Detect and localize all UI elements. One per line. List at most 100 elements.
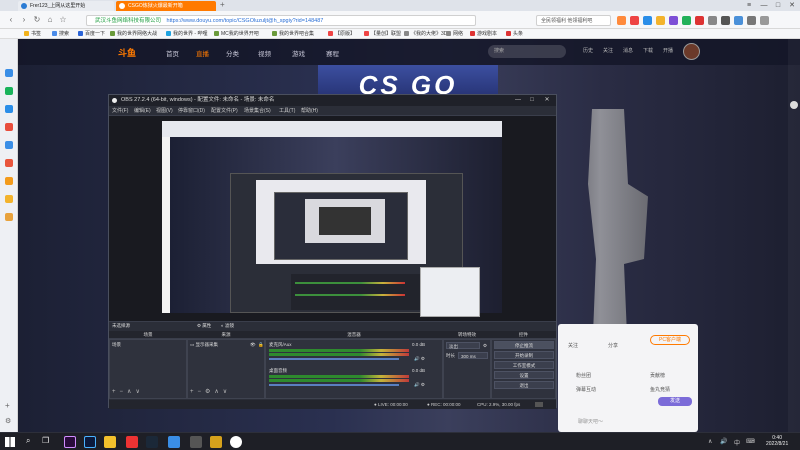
bookmark-item[interactable]: 书签 — [24, 30, 41, 38]
browser-search-input[interactable]: 全民领福利 他领福利吧 — [536, 15, 611, 26]
avatar[interactable] — [683, 43, 700, 60]
obs-close-button[interactable]: ✕ — [540, 95, 554, 106]
bookmark-item[interactable]: 网络 — [446, 30, 463, 38]
steam-icon[interactable] — [146, 436, 158, 448]
download-icon[interactable]: 下载 — [638, 47, 658, 54]
bookmark-item[interactable]: 《我的大佬》3D — [404, 30, 447, 38]
menu-tools[interactable]: 工具(T) — [279, 107, 295, 115]
panel-row[interactable]: 弹幕互动 — [576, 386, 596, 393]
tray-expand-icon[interactable]: ∧ — [708, 438, 712, 445]
keyboard-icon[interactable]: ⌨ — [746, 438, 755, 445]
bookmark-item[interactable]: 头条 — [506, 30, 523, 38]
sidebar-app-icon[interactable] — [5, 105, 13, 113]
stop-streaming-button[interactable]: 停止推流 — [494, 341, 554, 349]
follow-item[interactable]: 关注 — [568, 342, 578, 349]
browser-taskbar-icon[interactable] — [168, 436, 180, 448]
studio-mode-button[interactable]: 工作室模式 — [494, 361, 554, 369]
history-icon[interactable]: 历史 — [578, 47, 598, 54]
new-tab-button[interactable]: + — [220, 0, 225, 9]
url-input[interactable]: 武汉斗鱼网络科技有限公司 https://www.douyu.com/topic… — [86, 15, 476, 26]
bookmark-item[interactable]: 我的世界 - 哔哩 — [166, 30, 207, 38]
site-logo[interactable]: 斗鱼 — [118, 46, 136, 59]
sidebar-app-icon[interactable] — [5, 213, 13, 221]
task-view-icon[interactable]: ❐ — [42, 436, 49, 445]
transition-select[interactable]: 淡出 — [446, 342, 480, 349]
nav-video[interactable]: 视频 — [258, 48, 271, 58]
obs-taskbar-icon[interactable] — [230, 436, 242, 448]
browser-menu-button[interactable]: ≡ — [742, 0, 756, 11]
bookmark-item[interactable]: 游戏剧本 — [470, 30, 497, 38]
menu-profile[interactable]: 配置文件(P) — [211, 107, 238, 115]
netease-music-icon[interactable] — [126, 436, 138, 448]
app-taskbar-icon[interactable] — [190, 436, 202, 448]
broadcast-icon[interactable]: 开播 — [658, 47, 678, 54]
start-icon[interactable] — [5, 437, 15, 447]
nav-home[interactable]: 首页 — [166, 48, 179, 58]
sources-list[interactable]: ▭ 显示器采集 👁 🔒 +−⚙∧∨ — [187, 339, 265, 399]
panel-row[interactable]: 粉丝团 — [576, 372, 591, 379]
volume-icon[interactable]: 🔊 — [720, 438, 727, 445]
bookmark-item[interactable]: 百度一下 — [78, 30, 105, 38]
sidebar-app-icon[interactable] — [5, 123, 13, 131]
bookmark-item[interactable]: MC我的世界开吧 — [214, 30, 259, 38]
sidebar-app-icon[interactable] — [5, 141, 13, 149]
tool-icon[interactable] — [669, 16, 678, 25]
obs-preview[interactable] — [109, 116, 556, 324]
back-button[interactable]: ‹ — [6, 15, 16, 25]
message-icon[interactable]: 消息 — [618, 47, 638, 54]
nav-live[interactable]: 直播 — [196, 48, 209, 58]
close-button[interactable]: ✕ — [785, 0, 799, 11]
maximize-button[interactable]: □ — [771, 0, 785, 11]
scroll-up-icon[interactable] — [790, 101, 798, 109]
scenes-dock-buttons[interactable]: +−∧∨ — [112, 388, 144, 395]
pc-client-button[interactable]: PC客户端 — [650, 335, 690, 345]
share-item[interactable]: 分享 — [608, 342, 618, 349]
sidebar-settings-icon[interactable]: ⚙ — [5, 417, 11, 425]
download-icon[interactable] — [682, 16, 691, 25]
speaker-icon[interactable]: 🔊 ⚙ — [414, 381, 425, 388]
search-icon[interactable]: ⌕ — [26, 436, 30, 446]
nav-schedule[interactable]: 赛程 — [326, 48, 339, 58]
scenes-list[interactable]: 场景 +−∧∨ — [109, 339, 187, 399]
extension-icon[interactable] — [617, 16, 626, 25]
menu-help[interactable]: 帮助(H) — [301, 107, 318, 115]
settings-icon[interactable] — [721, 16, 730, 25]
sources-dock-buttons[interactable]: +−⚙∧∨ — [190, 388, 231, 395]
visibility-icon[interactable]: 👁 — [250, 341, 256, 348]
mail-icon[interactable] — [630, 16, 639, 25]
menu-scene-collection[interactable]: 场景集合(S) — [244, 107, 271, 115]
filters-button[interactable]: ◐ 滤镜 — [221, 322, 234, 329]
sidebar-app-icon[interactable] — [5, 195, 13, 203]
sidebar-app-icon[interactable] — [5, 177, 13, 185]
more-icon[interactable] — [760, 16, 769, 25]
game-icon[interactable] — [656, 16, 665, 25]
browser-tab[interactable]: Frer123_上网从这里开始 — [18, 1, 114, 11]
bookmark-item[interactable]: 搜索 — [52, 30, 69, 38]
panel-row[interactable]: 鱼丸竞猜 — [650, 386, 670, 393]
sidebar-app-icon[interactable] — [5, 159, 13, 167]
premiere-icon[interactable] — [64, 436, 76, 448]
favorite-button[interactable]: ☆ — [58, 15, 68, 25]
menu-edit[interactable]: 编辑(E) — [134, 107, 151, 115]
forward-button[interactable]: › — [19, 15, 29, 25]
menu-view[interactable]: 视图(V) — [156, 107, 173, 115]
obs-minimize-button[interactable]: — — [511, 95, 525, 106]
sidebar-add-icon[interactable]: + — [5, 401, 10, 410]
exit-button[interactable]: 退出 — [494, 381, 554, 389]
scene-item[interactable]: 场景 — [112, 341, 121, 348]
bookmark-item[interactable]: 我的世界吧合集 — [272, 30, 314, 38]
clock[interactable]: 0:40 2022/8/21 — [766, 435, 788, 447]
site-search-input[interactable]: 搜索 — [488, 45, 566, 58]
lock-icon[interactable]: 🔒 — [258, 341, 264, 348]
volume-slider[interactable] — [269, 384, 399, 386]
photoshop-icon[interactable] — [84, 436, 96, 448]
bookmark-item[interactable]: 我的世界网络大战 — [110, 30, 157, 38]
menu-file[interactable]: 文件(F) — [112, 107, 128, 115]
volume-slider[interactable] — [269, 358, 399, 360]
screenshot-icon[interactable] — [708, 16, 717, 25]
home-button[interactable]: ⌂ — [45, 15, 55, 25]
minimize-button[interactable]: — — [757, 0, 771, 11]
obs-maximize-button[interactable]: □ — [525, 95, 539, 106]
settings-button[interactable]: 设置 — [494, 371, 554, 379]
refresh-button[interactable]: ↻ — [32, 15, 42, 25]
